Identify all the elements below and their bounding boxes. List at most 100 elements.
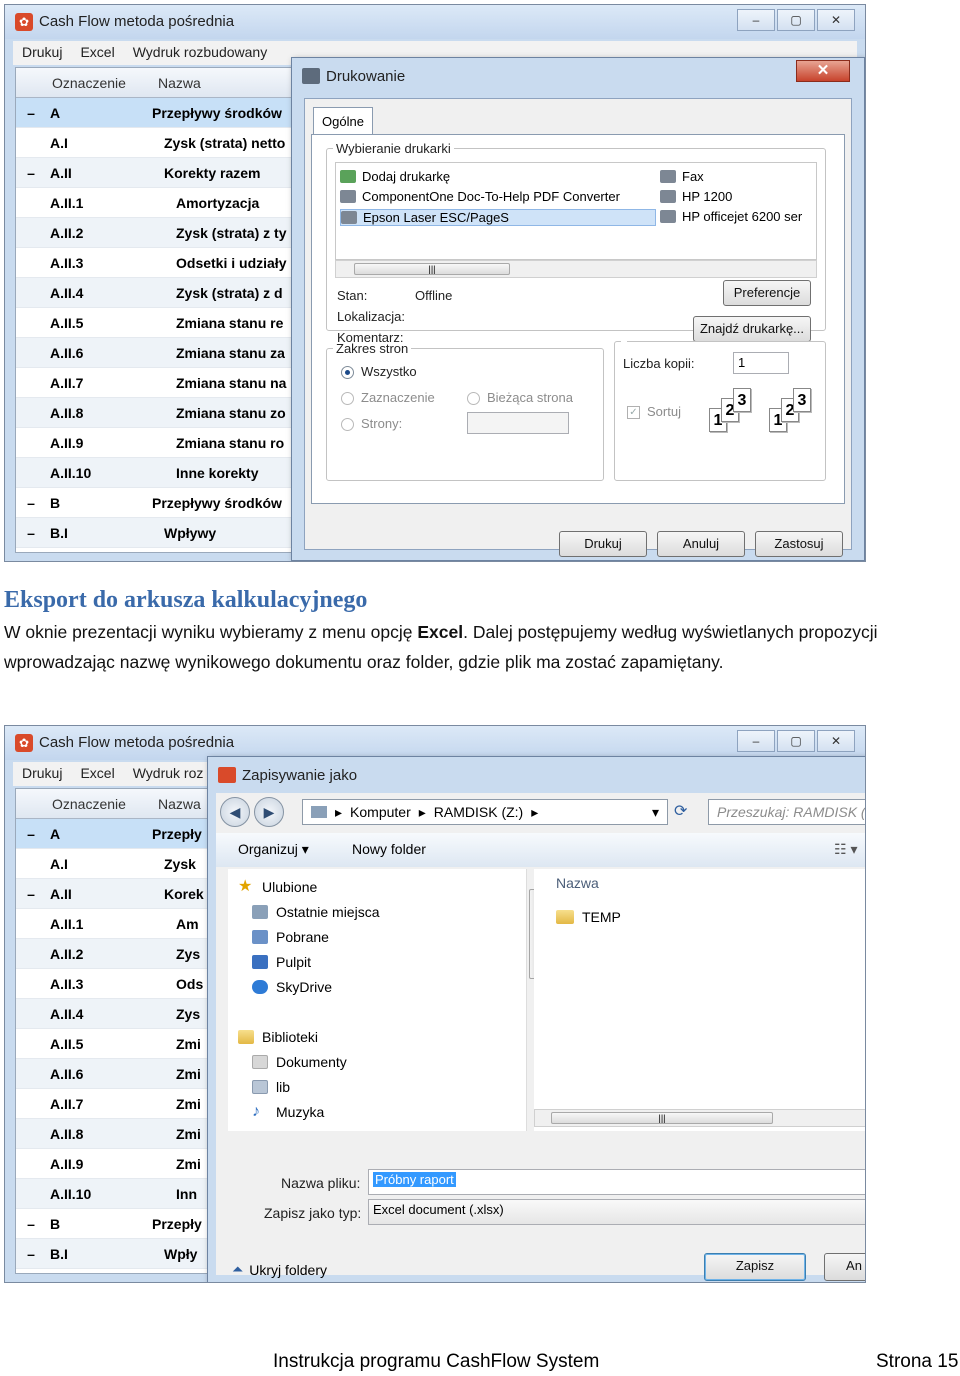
column-header-code[interactable]: Oznaczenie — [46, 68, 152, 97]
tree-favorites[interactable]: ★ Ulubione — [238, 879, 317, 896]
expander-icon[interactable]: – — [16, 1216, 46, 1232]
table-row[interactable]: A.II.1 Amortyzacja — [16, 188, 304, 218]
tree-item[interactable]: Ostatnie miejsca — [252, 904, 379, 920]
table-row[interactable]: A.II.9 Zmi — [16, 1149, 214, 1179]
find-printer-button[interactable]: Znajdź drukarkę... — [693, 316, 811, 342]
file-list-scrollbar[interactable]: ||| — [534, 1109, 865, 1127]
table-row[interactable]: A.II.4 Zysk (strata) z d — [16, 278, 304, 308]
table-row[interactable]: A.I Zysk — [16, 849, 214, 879]
printer-item[interactable]: HP 1200 — [660, 189, 732, 204]
table-row[interactable]: – B.I Wpływy — [16, 518, 304, 548]
close-icon[interactable]: ✕ — [817, 9, 855, 31]
expander-icon[interactable]: – — [16, 886, 46, 902]
copies-stepper[interactable]: 1 — [733, 352, 789, 374]
minimize-icon[interactable]: – — [737, 9, 775, 31]
table-row[interactable]: A.II.7 Zmi — [16, 1089, 214, 1119]
table-row[interactable]: A.II.5 Zmiana stanu re — [16, 308, 304, 338]
printer-item[interactable]: HP officejet 6200 ser — [660, 209, 802, 224]
hide-folders-button[interactable]: ⏶ Ukryj foldery — [232, 1261, 327, 1278]
organize-button[interactable]: Organizuj ▾ — [238, 841, 309, 858]
close-icon[interactable]: ✕ — [796, 60, 850, 82]
expander-icon[interactable]: – — [16, 495, 46, 511]
column-header-name[interactable]: Nazwa — [152, 68, 201, 97]
column-header-code[interactable]: Oznaczenie — [46, 789, 152, 818]
tree-item[interactable]: Pulpit — [252, 954, 311, 970]
table-row[interactable]: A.II.3 Ods — [16, 969, 214, 999]
table-row[interactable]: A.II.3 Odsetki i udziały — [16, 248, 304, 278]
printer-item[interactable]: Fax — [660, 169, 704, 184]
tree-item[interactable]: ♪ Muzyka — [252, 1104, 324, 1121]
filename-input[interactable]: Próbny raport — [368, 1169, 865, 1195]
table-row[interactable]: A.II.9 Zmiana stanu ro — [16, 428, 304, 458]
refresh-icon[interactable]: ⟳ — [674, 801, 687, 821]
menu-wydruk-rozbudowany[interactable]: Wydruk rozbudowany — [124, 41, 277, 65]
tree-item[interactable]: Dokumenty — [252, 1054, 347, 1070]
table-row[interactable]: A.II.5 Zmi — [16, 1029, 214, 1059]
range-pages-input[interactable] — [467, 412, 569, 434]
table-row[interactable]: A.II.8 Zmi — [16, 1119, 214, 1149]
forward-icon[interactable]: ▶ — [254, 797, 284, 827]
expander-icon[interactable]: – — [16, 826, 46, 842]
breadcrumb-computer[interactable]: Komputer — [350, 804, 411, 820]
preferences-button[interactable]: Preferencje — [723, 280, 811, 306]
collate-checkbox[interactable]: ✓ — [627, 406, 640, 419]
printer-item[interactable]: ComponentOne Doc-To-Help PDF Converter — [340, 189, 620, 204]
tab-general[interactable]: Ogólne — [313, 107, 373, 135]
table-row[interactable]: A.II.2 Zysk (strata) z ty — [16, 218, 304, 248]
expander-icon[interactable]: – — [16, 165, 46, 181]
table-row[interactable]: A.II.2 Zys — [16, 939, 214, 969]
save-type-select[interactable]: Excel document (.xlsx) — [368, 1199, 865, 1225]
table-row[interactable]: – B.I Wpły — [16, 1239, 214, 1269]
new-folder-button[interactable]: Nowy folder — [352, 841, 426, 857]
range-selection-radio[interactable] — [341, 392, 354, 405]
table-row[interactable]: – A.II Korekty razem — [16, 158, 304, 188]
apply-button[interactable]: Zastosuj — [755, 531, 843, 557]
cancel-button[interactable]: An — [824, 1253, 865, 1281]
table-row[interactable]: A.II.7 Zmiana stanu na — [16, 368, 304, 398]
breadcrumb-ramdisk[interactable]: RAMDISK (Z:) — [434, 804, 523, 820]
view-options-icon[interactable]: ☷ ▾ — [834, 841, 857, 858]
printer-item-selected[interactable]: Epson Laser ESC/PageS — [340, 209, 656, 226]
list-item[interactable]: TEMP — [556, 909, 621, 925]
table-row[interactable]: – A Przepły — [16, 819, 214, 849]
minimize-icon[interactable]: – — [737, 730, 775, 752]
save-button[interactable]: Zapisz — [704, 1253, 806, 1281]
menu-excel[interactable]: Excel — [71, 41, 123, 65]
tree-item[interactable]: Pobrane — [252, 929, 329, 945]
table-row[interactable]: A.II.6 Zmiana stanu za — [16, 338, 304, 368]
chevron-down-icon[interactable]: ▾ — [652, 804, 659, 821]
scrollbar-thumb[interactable]: ||| — [551, 1112, 773, 1124]
menu-wydruk-rozbudowany[interactable]: Wydruk roz — [124, 762, 213, 786]
table-row[interactable]: A.II.10 Inn — [16, 1179, 214, 1209]
maximize-icon[interactable]: ▢ — [777, 730, 815, 752]
expander-icon[interactable]: – — [16, 1246, 46, 1262]
table-row[interactable]: – B Przepływy środków — [16, 488, 304, 518]
table-row[interactable]: – B Przepły — [16, 1209, 214, 1239]
cancel-button[interactable]: Anuluj — [657, 531, 745, 557]
range-current-radio[interactable] — [467, 392, 480, 405]
printer-list-scrollbar[interactable]: ||| — [335, 260, 817, 278]
table-row[interactable]: A.II.8 Zmiana stanu zo — [16, 398, 304, 428]
table-row[interactable]: A.II.6 Zmi — [16, 1059, 214, 1089]
tree-item[interactable]: SkyDrive — [252, 979, 332, 995]
menu-drukuj[interactable]: Drukuj — [13, 762, 71, 786]
maximize-icon[interactable]: ▢ — [777, 9, 815, 31]
scrollbar-thumb[interactable]: ||| — [354, 263, 510, 275]
table-row[interactable]: – A.II Korek — [16, 879, 214, 909]
printer-add[interactable]: Dodaj drukarkę — [340, 169, 450, 184]
close-icon[interactable]: ✕ — [817, 730, 855, 752]
table-row[interactable]: A.II.1 Am — [16, 909, 214, 939]
table-row[interactable]: – A Przepływy środków — [16, 98, 304, 128]
tree-item[interactable]: lib — [252, 1079, 290, 1095]
table-row[interactable]: A.II.4 Zys — [16, 999, 214, 1029]
menu-excel[interactable]: Excel — [71, 762, 123, 786]
table-row[interactable]: A.II.10 Inne korekty — [16, 458, 304, 488]
table-row[interactable]: A.I Zysk (strata) netto — [16, 128, 304, 158]
printer-list[interactable]: Dodaj drukarkę ComponentOne Doc-To-Help … — [335, 162, 817, 260]
tree-libraries[interactable]: Biblioteki — [238, 1029, 318, 1045]
column-header-name[interactable]: Nazwa — [556, 875, 599, 891]
expander-icon[interactable]: – — [16, 105, 46, 121]
menu-drukuj[interactable]: Drukuj — [13, 41, 71, 65]
back-icon[interactable]: ◀ — [220, 797, 250, 827]
address-bar[interactable]: ▸ Komputer ▸ RAMDISK (Z:) ▸ ▾ — [302, 799, 668, 825]
